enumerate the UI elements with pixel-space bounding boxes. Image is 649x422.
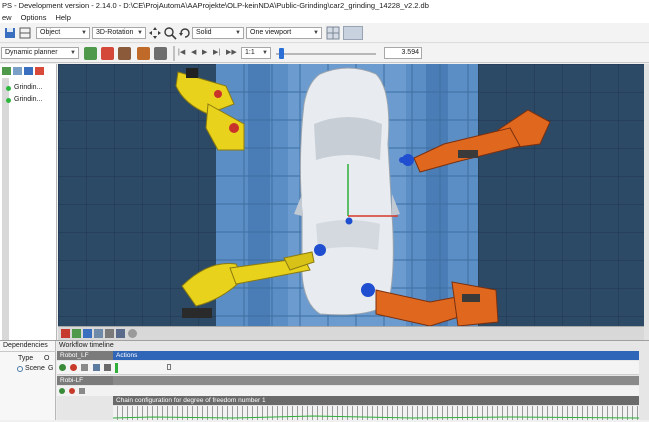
toolbar-divider xyxy=(173,46,175,61)
save-scene-icon[interactable] xyxy=(24,67,33,75)
view-back-icon[interactable] xyxy=(105,329,114,338)
timeline-cursor[interactable] xyxy=(115,363,118,373)
track-options-icon[interactable] xyxy=(79,388,85,394)
track-stop-icon[interactable] xyxy=(69,388,75,394)
path-tool-icon[interactable] xyxy=(101,47,114,60)
tree-toolbar xyxy=(2,66,54,77)
menu-help[interactable]: Help xyxy=(55,13,70,22)
track-save-icon[interactable] xyxy=(93,364,100,371)
visibility-icon[interactable] xyxy=(104,364,111,371)
save-icon[interactable] xyxy=(3,26,17,40)
origin-marker xyxy=(345,217,353,225)
tree-gutter xyxy=(2,78,9,340)
object-select[interactable]: Object ▼ xyxy=(36,27,90,39)
scene-label: Scene xyxy=(25,365,45,372)
timeline-header: Workflow timeline xyxy=(59,342,114,349)
grid-toggle-icon[interactable] xyxy=(326,26,340,40)
track-robi-lf-bar[interactable] xyxy=(113,376,639,385)
view-reset-icon[interactable] xyxy=(116,329,125,338)
main-toolbar: Object ▼ 3D-Rotation ▼ Solid ▼ One viewport… xyxy=(0,23,649,43)
track-options-icon[interactable] xyxy=(81,364,88,371)
next-frame-button[interactable]: ▶| xyxy=(213,48,220,56)
tree-item-grinding-2[interactable]: Grindin... xyxy=(6,96,42,103)
track-enable-icon[interactable] xyxy=(59,364,66,371)
rotation-select[interactable]: 3D-Rotation ▼ xyxy=(92,27,146,39)
track-stop-icon[interactable] xyxy=(70,364,77,371)
workflow-timeline-panel: Workflow timeline Robot_LF Actions Robi-… xyxy=(57,341,649,420)
track-actions-bar[interactable]: Actions xyxy=(113,351,639,360)
time-slider-track[interactable] xyxy=(276,53,376,55)
render-mode-select[interactable]: Solid ▼ xyxy=(192,27,244,39)
planner-select[interactable]: Dynamic planner ▼ xyxy=(1,47,79,59)
camera-icon[interactable] xyxy=(128,329,137,338)
tree-item-grinding-1[interactable]: Grindin... xyxy=(6,84,42,91)
speed-select[interactable]: 1:1 ▼ xyxy=(241,47,271,59)
copy-icon[interactable] xyxy=(13,67,22,75)
zoom-fit-icon[interactable] xyxy=(163,26,177,40)
scene-tree-panel: Grindin... Grindin... xyxy=(0,64,57,342)
first-frame-button[interactable]: |◀ xyxy=(178,48,185,56)
move-icon[interactable] xyxy=(148,26,162,40)
scene-value: G xyxy=(48,365,54,372)
view-icon-bar xyxy=(58,326,644,340)
car-body xyxy=(294,67,400,316)
keyframe-marker[interactable] xyxy=(167,364,171,370)
dependencies-header: Dependencies xyxy=(3,342,48,349)
add-icon[interactable] xyxy=(2,67,11,75)
layout-icon[interactable] xyxy=(18,26,32,40)
time-value-field[interactable]: 3.594 xyxy=(384,47,422,59)
view-side-icon[interactable] xyxy=(72,329,81,338)
track-controls-2 xyxy=(57,386,639,396)
view-top-icon[interactable] xyxy=(83,329,92,338)
scene-icon xyxy=(17,366,23,372)
chain-config-track[interactable]: Chain configuration for degree of freedo… xyxy=(113,396,639,405)
track-enable-icon[interactable] xyxy=(59,388,65,394)
planner-toolbar: Dynamic planner ▼ |◀ ◀ ▶ ▶| ▶▶ 1:1 ▼ 3.594 xyxy=(0,44,649,63)
type-label: Type xyxy=(18,355,34,362)
menu-bar: ew Options Help xyxy=(0,12,649,23)
zone-strip xyxy=(248,64,270,326)
play-button[interactable]: ▶ xyxy=(202,48,207,56)
last-frame-button[interactable]: ▶▶ xyxy=(226,48,237,56)
track-robot-lf-label[interactable]: Robot_LF xyxy=(57,351,113,360)
track-robi-lf-label[interactable]: Robi-LF xyxy=(57,376,113,385)
prev-frame-button[interactable]: ◀ xyxy=(191,48,196,56)
chain-config-graph[interactable] xyxy=(112,406,640,420)
grid-robot-icon[interactable] xyxy=(84,47,97,60)
delete-icon[interactable] xyxy=(35,67,44,75)
status-ok-icon xyxy=(6,86,11,91)
robot-arm-icon[interactable] xyxy=(118,47,131,60)
window-title: PS - Development version - 2.14.0 - D:\C… xyxy=(2,1,429,10)
bottom-panel: Dependencies Type O Scene G Workflow tim… xyxy=(0,340,649,420)
scene-render xyxy=(58,64,644,326)
view-front-icon[interactable] xyxy=(61,329,70,338)
dependencies-panel: Dependencies Type O Scene G xyxy=(0,341,56,420)
panel-toggle-icon[interactable] xyxy=(343,26,363,40)
zone-strip xyxy=(426,64,448,326)
time-slider-handle[interactable] xyxy=(279,48,284,59)
type-value: O xyxy=(44,355,50,362)
viewport-scrollbar[interactable] xyxy=(644,64,649,342)
title-bar: PS - Development version - 2.14.0 - D:\C… xyxy=(0,0,649,12)
view-iso-icon[interactable] xyxy=(94,329,103,338)
viewport-select[interactable]: One viewport ▼ xyxy=(246,27,322,39)
3d-viewport[interactable] xyxy=(58,64,644,326)
status-ok-icon xyxy=(6,98,11,103)
track-controls xyxy=(57,361,639,375)
tool-edit-icon[interactable] xyxy=(154,47,167,60)
rotate-view-icon[interactable] xyxy=(178,26,192,40)
menu-view[interactable]: ew xyxy=(2,13,12,22)
divider xyxy=(0,351,56,352)
robot-config-icon[interactable] xyxy=(137,47,150,60)
menu-options[interactable]: Options xyxy=(21,13,47,22)
